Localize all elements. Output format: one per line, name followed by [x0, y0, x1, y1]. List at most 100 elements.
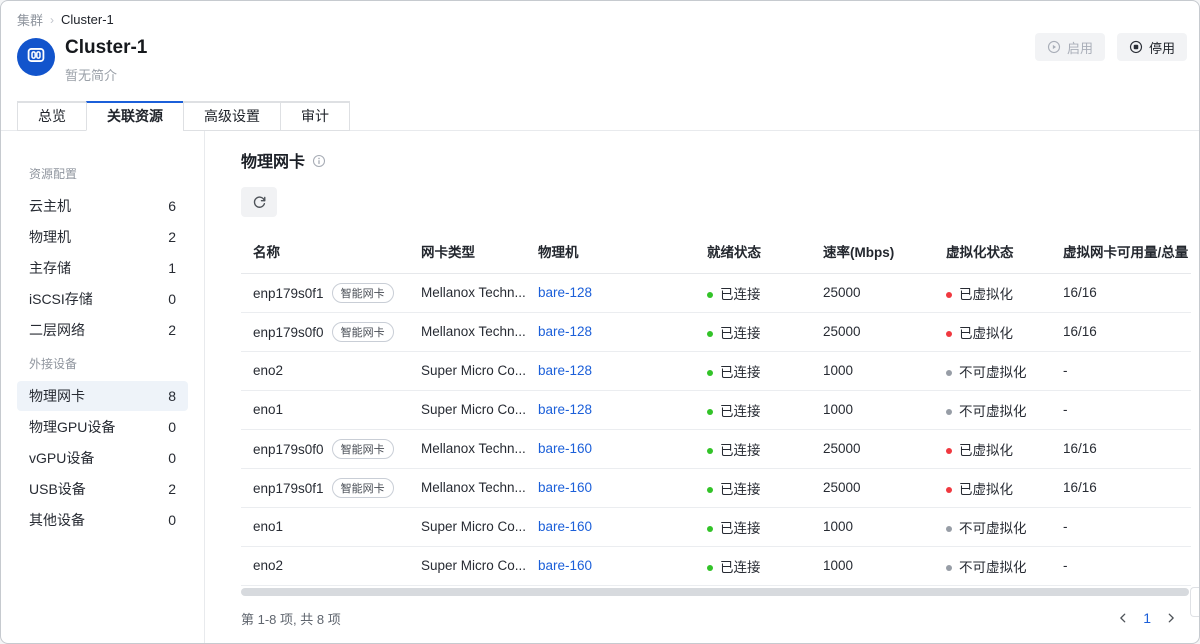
sidebar-group-label: 外接设备	[1, 355, 204, 372]
sidebar-item-usb[interactable]: USB设备 2	[17, 474, 188, 504]
host-link[interactable]: bare-128	[538, 324, 592, 339]
tab-bar: 总览关联资源高级设置审计	[1, 84, 1199, 131]
tab-overview[interactable]: 总览	[17, 101, 87, 131]
column-header: 虚拟网卡可用量/总量	[1051, 229, 1191, 273]
disable-button[interactable]: 停用	[1117, 33, 1187, 61]
host-link[interactable]: bare-160	[538, 519, 592, 534]
ready-status-dot	[707, 331, 713, 337]
speed: 25000	[811, 429, 934, 468]
nic-type: Mellanox Techn...	[409, 273, 526, 312]
play-circle-icon	[1047, 40, 1061, 54]
virtualization-status: 已虚拟化	[959, 443, 1013, 458]
info-icon[interactable]	[312, 154, 326, 168]
column-header: 就绪状态	[695, 229, 811, 273]
host-link[interactable]: bare-160	[538, 441, 592, 456]
column-header: 名称	[241, 229, 409, 273]
virtualization-status-dot	[946, 409, 952, 415]
host-link[interactable]: bare-128	[538, 285, 592, 300]
sidebar-item-count: 0	[168, 512, 176, 528]
page-number[interactable]: 1	[1143, 610, 1151, 626]
virtualization-status: 不可虚拟化	[959, 365, 1027, 380]
virtualization-status-dot	[946, 448, 952, 454]
horizontal-scrollbar[interactable]	[241, 588, 1189, 596]
host-link[interactable]: bare-128	[538, 363, 592, 378]
ready-status-dot	[707, 409, 713, 415]
sidebar-item-count: 8	[168, 388, 176, 404]
sidebar-item-other-device[interactable]: 其他设备0	[17, 505, 188, 535]
smart-nic-tag: 智能网卡	[332, 322, 394, 342]
nic-type: Super Micro Co...	[409, 390, 526, 429]
speed: 1000	[811, 507, 934, 546]
virtualization-status-dot	[946, 331, 952, 337]
sidebar-item-count: 2	[168, 322, 176, 338]
host-link[interactable]: bare-128	[538, 402, 592, 417]
sidebar-item-physical-gpu[interactable]: 物理GPU设备0	[17, 412, 188, 442]
sidebar-item-l2-network[interactable]: 二层网络 2	[17, 315, 188, 345]
sidebar-item-iscsi-storage[interactable]: iSCSI存储0	[17, 284, 188, 314]
ready-status-dot	[707, 526, 713, 532]
sidebar-item-label: 物理机	[29, 227, 71, 247]
tab-related-resources[interactable]: 关联资源	[86, 101, 184, 131]
virtualization-status-dot	[946, 526, 952, 532]
sidebar-item-vgpu[interactable]: vGPU设备0	[17, 443, 188, 473]
nic-row: eno2Super Micro Co...bare-128已连接1000不可虚拟…	[241, 351, 1191, 390]
page-title: Cluster-1	[65, 36, 147, 60]
sidebar-item-label: 二层网络	[29, 320, 85, 340]
ready-status: 已连接	[720, 482, 761, 497]
ready-status: 已连接	[720, 521, 761, 536]
vnic-availability: -	[1051, 546, 1191, 585]
prev-page-button[interactable]	[1117, 612, 1129, 624]
column-header: 物理机	[526, 229, 695, 273]
next-page-button[interactable]	[1165, 612, 1177, 624]
refresh-button[interactable]	[241, 187, 277, 217]
host-link[interactable]: bare-160	[538, 480, 592, 495]
host-link[interactable]: bare-160	[538, 558, 592, 573]
sidebar-item-vm[interactable]: 云主机6	[17, 191, 188, 221]
virtualization-status: 已虚拟化	[959, 482, 1013, 497]
sidebar-item-count: 1	[168, 260, 176, 276]
ready-status: 已连接	[720, 365, 761, 380]
sidebar-item-label: 主存储	[29, 258, 71, 278]
page-size-select-partial[interactable]	[1190, 587, 1199, 617]
smart-nic-tag: 智能网卡	[332, 478, 394, 498]
nic-name: eno1	[253, 519, 283, 534]
virtualization-status: 不可虚拟化	[959, 560, 1027, 575]
nic-row: enp179s0f1智能网卡Mellanox Techn...bare-160已…	[241, 468, 1191, 507]
sidebar-item-count: 2	[168, 481, 176, 497]
sidebar-item-physical-nic[interactable]: 物理网卡 8	[17, 381, 188, 411]
nic-table: 名称网卡类型物理机就绪状态速率(Mbps)虚拟化状态虚拟网卡可用量/总量 enp…	[241, 229, 1191, 586]
virtualization-status-dot	[946, 487, 952, 493]
nic-name: eno2	[253, 363, 283, 378]
breadcrumb-clusters[interactable]: 集群	[17, 10, 43, 29]
sidebar-item-count: 2	[168, 229, 176, 245]
ready-status: 已连接	[720, 560, 761, 575]
nic-name: eno1	[253, 402, 283, 417]
cluster-detail-page: 集群 › Cluster-1 Cluster-1 暂无简介	[0, 0, 1200, 644]
ready-status-dot	[707, 292, 713, 298]
sidebar-item-count: 0	[168, 419, 176, 435]
main-panel: 物理网卡	[205, 131, 1199, 643]
sidebar-item-primary-storage[interactable]: 主存储 1	[17, 253, 188, 283]
tab-audit[interactable]: 审计	[280, 101, 350, 131]
virtualization-status-dot	[946, 565, 952, 571]
column-header: 虚拟化状态	[934, 229, 1051, 273]
vnic-availability: -	[1051, 507, 1191, 546]
nic-type: Super Micro Co...	[409, 546, 526, 585]
vnic-availability: 16/16	[1051, 429, 1191, 468]
nic-name: enp179s0f1	[253, 286, 324, 301]
enable-button[interactable]: 启用	[1035, 33, 1105, 61]
breadcrumb: 集群 › Cluster-1	[1, 1, 1199, 29]
stop-circle-icon	[1129, 40, 1143, 54]
sidebar-item-label: 物理网卡	[29, 386, 85, 406]
virtualization-status: 已虚拟化	[959, 287, 1013, 302]
speed: 1000	[811, 546, 934, 585]
tab-advanced-settings[interactable]: 高级设置	[183, 101, 281, 131]
sidebar-item-label: USB设备	[29, 479, 86, 499]
table-header-row: 名称网卡类型物理机就绪状态速率(Mbps)虚拟化状态虚拟网卡可用量/总量	[241, 229, 1191, 273]
nic-name: enp179s0f0	[253, 442, 324, 457]
ready-status-dot	[707, 370, 713, 376]
virtualization-status: 不可虚拟化	[959, 404, 1027, 419]
nic-name: enp179s0f0	[253, 325, 324, 340]
sidebar-item-host[interactable]: 物理机 2	[17, 222, 188, 252]
nic-type: Super Micro Co...	[409, 351, 526, 390]
